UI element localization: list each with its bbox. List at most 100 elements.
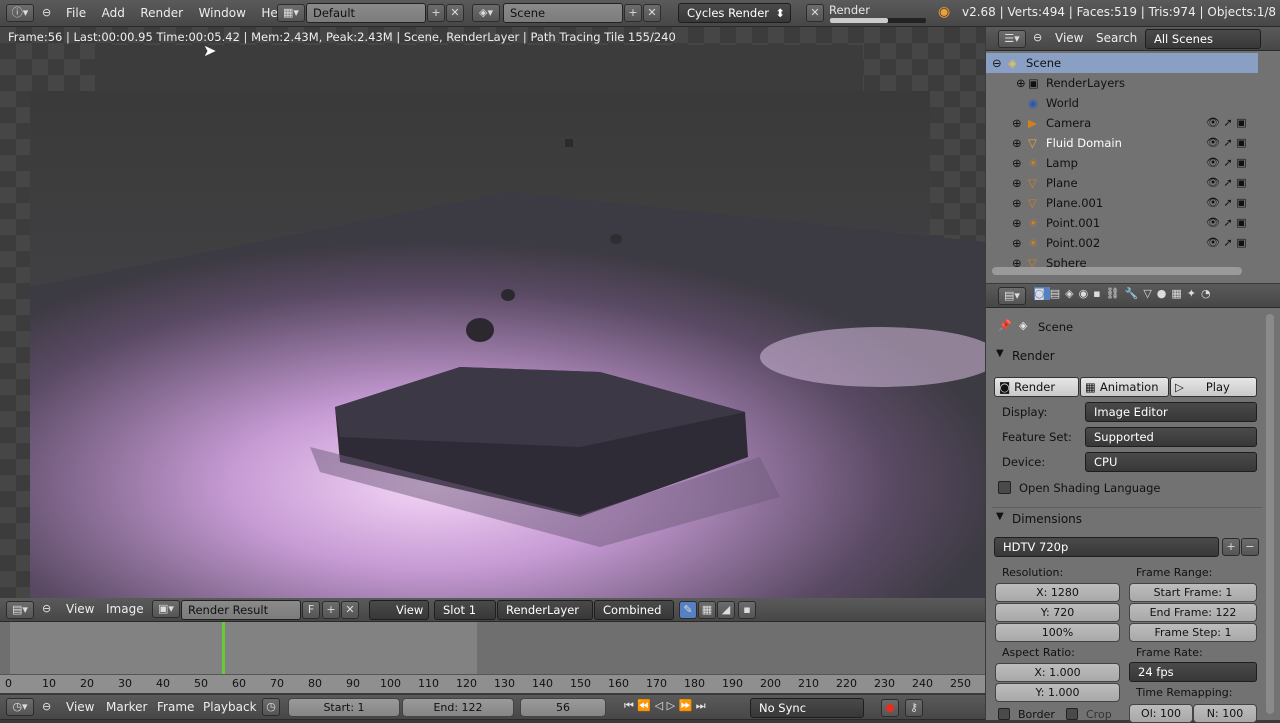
view-select[interactable]: View <box>369 600 429 620</box>
collapse-menu-icon[interactable]: ⊖ <box>42 602 51 615</box>
expand-icon[interactable]: ⊕ <box>1012 153 1022 173</box>
menu-file[interactable]: File <box>60 0 92 26</box>
osl-checkbox[interactable] <box>998 481 1011 494</box>
outliner-row-world[interactable]: ◉ World <box>986 93 1258 113</box>
preview-range-icon[interactable]: ◷ <box>262 698 280 716</box>
resolution-y-field[interactable]: Y: 720 <box>995 603 1120 622</box>
timeline-area[interactable] <box>0 622 985 674</box>
object-tab-icon[interactable]: ▪ <box>1093 287 1105 300</box>
material-tab-icon[interactable]: ● <box>1157 287 1172 300</box>
timeline-cursor[interactable] <box>222 622 225 674</box>
slot-select[interactable]: Slot 1 <box>434 600 496 620</box>
particles-tab-icon[interactable]: ✦ <box>1187 287 1201 300</box>
collapse-menu-icon[interactable]: ⊖ <box>1033 31 1042 44</box>
jump-start-icon[interactable]: ⏮ <box>624 699 634 712</box>
render-engine-select[interactable]: Cycles Render ⬍ <box>678 3 791 23</box>
render-preset-select[interactable]: HDTV 720p <box>994 537 1219 557</box>
frame-rate-select[interactable]: 24 fps <box>1129 662 1257 682</box>
animation-button[interactable]: ▦ Animation <box>1080 377 1169 397</box>
draw-icon[interactable]: ◢ <box>717 601 735 619</box>
device-select[interactable]: CPU <box>1085 452 1257 472</box>
start-frame-field[interactable]: Start: 1 <box>288 698 400 717</box>
expand-icon[interactable]: ⊕ <box>1012 213 1022 233</box>
outliner-editor-icon[interactable]: ☰▾ <box>998 30 1026 48</box>
outliner-row-scene[interactable]: ⊖ ◈ Scene <box>986 53 1258 73</box>
color-picker-icon[interactable]: ✎ <box>679 601 697 619</box>
aspect-x-field[interactable]: X: 1.000 <box>995 663 1120 682</box>
expand-icon[interactable]: ⊕ <box>1012 233 1022 253</box>
expand-icon[interactable]: ⊕ <box>1012 173 1022 193</box>
keying-icon[interactable]: ⚷ <box>905 699 923 717</box>
constraints-tab-icon[interactable]: ⛓ <box>1106 287 1125 300</box>
scene-field[interactable]: Scene <box>503 3 623 23</box>
layers-tab-icon[interactable]: ▤ <box>1050 287 1065 300</box>
menu-marker[interactable]: Marker <box>100 695 153 720</box>
jump-end-icon[interactable]: ⏭ <box>696 699 706 712</box>
timeline-editor-icon[interactable]: ◷▾ <box>6 698 34 716</box>
remove-scene-icon[interactable]: ✕ <box>643 4 661 22</box>
new-remap-field[interactable]: N: 100 <box>1193 704 1257 723</box>
play-button[interactable]: ▷ Play <box>1170 377 1257 397</box>
aspect-y-field[interactable]: Y: 1.000 <box>995 683 1120 702</box>
old-remap-field[interactable]: Ol: 100 <box>1129 704 1193 723</box>
menu-image[interactable]: Image <box>100 597 150 621</box>
collapse-menu-icon[interactable]: ⊖ <box>42 700 51 713</box>
modifiers-tab-icon[interactable]: 🔧 <box>1125 287 1144 300</box>
render-tab-icon[interactable]: ◙ <box>1034 287 1050 300</box>
add-preset-icon[interactable]: + <box>1222 538 1240 556</box>
feature-set-select[interactable]: Supported <box>1085 427 1257 447</box>
outliner-filter-select[interactable]: All Scenes <box>1145 29 1261 49</box>
image-name-field[interactable]: Render Result <box>181 600 301 620</box>
expand-icon[interactable]: ⊕ <box>1012 113 1022 133</box>
unlink-image-icon[interactable]: ✕ <box>341 601 359 619</box>
resolution-x-field[interactable]: X: 1280 <box>995 583 1120 602</box>
pin-icon[interactable]: 📌 <box>998 319 1012 332</box>
expand-icon[interactable]: ⊖ <box>992 53 1002 73</box>
menu-view[interactable]: View <box>1049 26 1089 50</box>
menu-view[interactable]: View <box>60 597 100 621</box>
end-frame-field[interactable]: End: 122 <box>402 698 514 717</box>
add-layout-icon[interactable]: + <box>427 4 445 22</box>
pin-icon[interactable]: ▪ <box>738 601 756 619</box>
layer-select[interactable]: RenderLayer <box>497 600 593 620</box>
restrict-icons[interactable]: 👁 ➚ ▣ <box>1206 213 1266 233</box>
scene-tab-icon[interactable]: ◈ <box>1065 287 1078 300</box>
display-select[interactable]: Image Editor <box>1085 402 1257 422</box>
play-icon[interactable]: ▷ <box>667 699 675 712</box>
info-editor-icon[interactable]: ⓘ▾ <box>6 4 34 22</box>
menu-add[interactable]: Add <box>96 0 131 26</box>
restrict-icons[interactable]: 👁 ➚ ▣ <box>1206 233 1266 253</box>
render-button[interactable]: ◙ Render <box>994 377 1079 397</box>
next-keyframe-icon[interactable]: ⏩ <box>679 699 693 712</box>
timeline-ruler[interactable]: 0 10 20 30 40 50 60 70 80 90 100 110 120… <box>0 674 985 693</box>
add-scene-icon[interactable]: + <box>624 4 642 22</box>
sync-select[interactable]: No Sync <box>750 698 864 718</box>
expand-icon[interactable]: ⊕ <box>1016 73 1026 93</box>
editor-type-icon[interactable]: ▤▾ <box>6 601 34 619</box>
add-image-icon[interactable]: + <box>322 601 340 619</box>
cancel-render-icon[interactable]: ✕ <box>806 4 824 22</box>
image-browse-icon[interactable]: ▣▾ <box>152 600 180 618</box>
outliner-row-renderlayers[interactable]: ⊕ ▣ RenderLayers <box>986 73 1258 93</box>
pass-select[interactable]: Combined <box>594 600 674 620</box>
screen-layout-icon[interactable]: ▦▾ <box>277 4 305 22</box>
properties-editor-icon[interactable]: ▤▾ <box>998 287 1026 305</box>
render-viewport[interactable]: Frame:56 | Last:00:00.95 Time:00:05.42 |… <box>0 27 985 598</box>
resolution-percent-field[interactable]: 100% <box>995 623 1120 642</box>
restrict-icons[interactable]: 👁 ➚ ▣ <box>1206 173 1266 193</box>
remove-layout-icon[interactable]: ✕ <box>446 4 464 22</box>
menu-frame[interactable]: Frame <box>151 695 200 720</box>
expand-icon[interactable]: ⊕ <box>1012 133 1022 153</box>
end-frame-field[interactable]: End Frame: 122 <box>1129 603 1257 622</box>
menu-view[interactable]: View <box>60 695 100 720</box>
restrict-icons[interactable]: 👁 ➚ ▣ <box>1206 113 1266 133</box>
restrict-icons[interactable]: 👁 ➚ ▣ <box>1206 153 1266 173</box>
remove-preset-icon[interactable]: − <box>1241 538 1259 556</box>
outliner-scrollbar[interactable] <box>992 267 1242 275</box>
restrict-icons[interactable]: 👁 ➚ ▣ <box>1206 133 1266 153</box>
world-tab-icon[interactable]: ◉ <box>1079 287 1094 300</box>
texture-tab-icon[interactable]: ▦ <box>1171 287 1186 300</box>
record-icon[interactable]: ● <box>881 699 899 717</box>
menu-playback[interactable]: Playback <box>197 695 263 720</box>
menu-search[interactable]: Search <box>1090 26 1143 50</box>
